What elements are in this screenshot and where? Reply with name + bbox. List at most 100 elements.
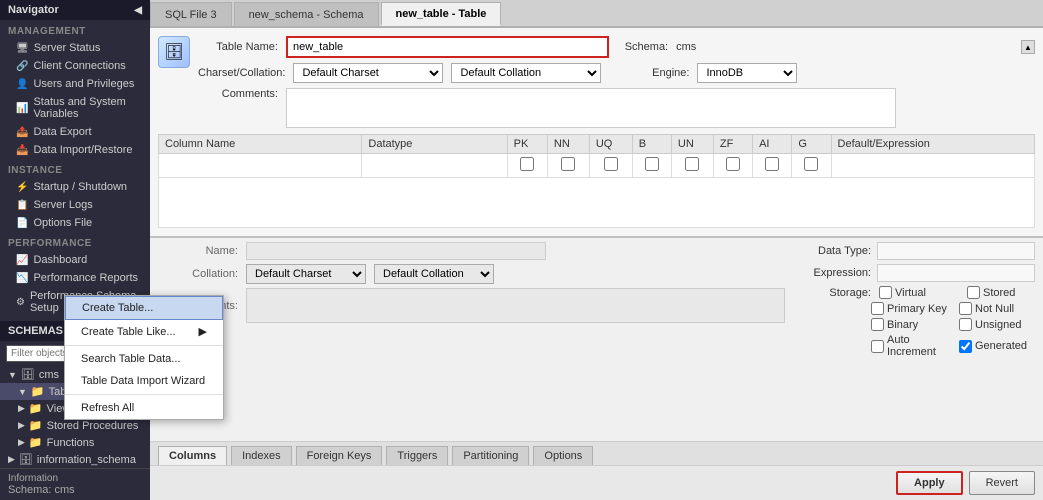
- col-header-name: Column Name: [159, 135, 362, 154]
- sidebar-item-server-status[interactable]: 🖥Server Status: [0, 39, 150, 57]
- data-type-input[interactable]: [877, 242, 1035, 260]
- engine-select[interactable]: InnoDB: [697, 63, 797, 83]
- bottom-tabs: Columns Indexes Foreign Keys Triggers Pa…: [150, 441, 1043, 465]
- column-table-container: Column Name Datatype PK NN UQ B UN ZF AI…: [158, 134, 1035, 228]
- col-header-ai: AI: [753, 135, 792, 154]
- sidebar-item-data-export[interactable]: 📤Data Export: [0, 123, 150, 141]
- tab-bar: SQL File 3 new_schema - Schema new_table…: [150, 0, 1043, 28]
- generated-checkbox[interactable]: [959, 340, 972, 353]
- context-menu-item-table-data-import[interactable]: Table Data Import Wizard: [65, 370, 223, 392]
- tree-item-information-schema[interactable]: ▶🗄information_schema: [0, 451, 150, 468]
- table-editor-panel: 🗄 Table Name: Schema: cms ▲ Charset/Coll…: [150, 28, 1043, 238]
- tab-indexes[interactable]: Indexes: [231, 446, 292, 465]
- collation-select[interactable]: Default Collation: [451, 63, 601, 83]
- ai-checkbox[interactable]: [871, 340, 884, 353]
- col-header-datatype: Datatype: [362, 135, 507, 154]
- un-checkbox-header[interactable]: [685, 157, 699, 171]
- uq-checkbox-header[interactable]: [604, 157, 618, 171]
- expression-input[interactable]: [877, 264, 1035, 282]
- virtual-checkbox[interactable]: [879, 286, 892, 299]
- lower-name-label: Name:: [158, 245, 238, 257]
- col-header-nn: NN: [547, 135, 589, 154]
- tab-foreign-keys[interactable]: Foreign Keys: [296, 446, 383, 465]
- storage-row-3: Binary Unsigned Zero Fill: [801, 318, 1035, 331]
- sidebar-item-data-import[interactable]: 📥Data Import/Restore: [0, 141, 150, 159]
- col-header-pk: PK: [507, 135, 547, 154]
- info-bar: Information Schema: cms: [0, 468, 150, 500]
- storage-label: Storage:: [801, 287, 871, 299]
- sidebar: Navigator ◀ MANAGEMENT 🖥Server Status 🔗C…: [0, 0, 150, 500]
- schema-label: Schema:: [625, 41, 668, 53]
- scroll-up-btn[interactable]: ▲: [1021, 40, 1035, 54]
- pk-checkbox[interactable]: [871, 302, 884, 315]
- lower-right-props: Data Type: Expression: Storage: Virtual: [793, 238, 1043, 441]
- sidebar-item-dashboard[interactable]: 📈Dashboard: [0, 251, 150, 269]
- revert-button[interactable]: Revert: [969, 471, 1035, 495]
- instance-section-label: INSTANCE: [0, 159, 150, 178]
- empty-row: [159, 178, 1035, 228]
- tab-partitioning[interactable]: Partitioning: [452, 446, 529, 465]
- apply-button[interactable]: Apply: [896, 471, 963, 495]
- lower-collation-row: Collation: Default Charset Default Colla…: [158, 264, 785, 284]
- g-checkbox-header[interactable]: [804, 157, 818, 171]
- table-name-input[interactable]: [286, 36, 609, 58]
- tree-item-functions[interactable]: ▶📁Functions: [0, 434, 150, 451]
- comments-input[interactable]: [286, 88, 896, 128]
- sidebar-item-startup[interactable]: ⚡Startup / Shutdown: [0, 178, 150, 196]
- sidebar-item-status-variables[interactable]: 📊Status and System Variables: [0, 93, 150, 123]
- context-menu-item-create-table[interactable]: Create Table...: [65, 296, 223, 320]
- context-menu-item-refresh-all[interactable]: Refresh All: [65, 397, 223, 419]
- ai-cb-label: Auto Increment: [871, 334, 951, 358]
- sidebar-item-client-connections[interactable]: 🔗Client Connections: [0, 57, 150, 75]
- tab-triggers[interactable]: Triggers: [386, 446, 448, 465]
- lower-charset-select[interactable]: Default Charset: [246, 264, 366, 284]
- stored-checkbox[interactable]: [967, 286, 980, 299]
- tab-new-schema[interactable]: new_schema - Schema: [234, 2, 379, 26]
- schemas-label: SCHEMAS: [8, 325, 63, 337]
- nn-checkbox-header[interactable]: [561, 157, 575, 171]
- pk-checkbox-header[interactable]: [520, 157, 534, 171]
- charset-select[interactable]: Default Charset: [293, 63, 443, 83]
- sidebar-item-server-logs[interactable]: 📋Server Logs: [0, 196, 150, 214]
- data-type-label: Data Type:: [801, 245, 871, 257]
- b-checkbox-header[interactable]: [645, 157, 659, 171]
- lower-collation-label: Collation:: [158, 268, 238, 280]
- tab-options[interactable]: Options: [533, 446, 593, 465]
- expression-row: Expression:: [801, 264, 1035, 282]
- lower-comments-input[interactable]: [246, 288, 785, 323]
- col-header-uq: UQ: [589, 135, 632, 154]
- pk-cb-label: Primary Key: [871, 302, 951, 315]
- zf-checkbox-header[interactable]: [726, 157, 740, 171]
- sidebar-item-options-file[interactable]: 📄Options File: [0, 214, 150, 232]
- lower-collation-select[interactable]: Default Collation: [374, 264, 494, 284]
- table-name-row: Table Name: Schema: cms ▲: [198, 36, 1035, 58]
- sidebar-item-perf-reports[interactable]: 📉Performance Reports: [0, 269, 150, 287]
- data-type-row: Data Type:: [801, 242, 1035, 260]
- lower-name-input[interactable]: [246, 242, 546, 260]
- table-icon: 🗄: [158, 36, 190, 68]
- not-null-checkbox[interactable]: [959, 302, 972, 315]
- action-bar: Apply Revert: [150, 465, 1043, 500]
- ai-checkbox-header[interactable]: [765, 157, 779, 171]
- tab-columns[interactable]: Columns: [158, 446, 227, 465]
- tab-new-table[interactable]: new_table - Table: [381, 2, 502, 26]
- column-table: Column Name Datatype PK NN UQ B UN ZF AI…: [158, 134, 1035, 228]
- context-menu-item-create-table-like[interactable]: Create Table Like... ▶: [65, 320, 223, 343]
- binary-checkbox[interactable]: [871, 318, 884, 331]
- unsigned-checkbox[interactable]: [959, 318, 972, 331]
- not-null-cb-label: Not Null: [959, 302, 1039, 315]
- sidebar-collapse-icon[interactable]: ◀: [134, 5, 142, 16]
- storage-row-4: Auto Increment Generated: [801, 334, 1035, 358]
- performance-section-label: PERFORMANCE: [0, 232, 150, 251]
- col-header-zf: ZF: [713, 135, 752, 154]
- submenu-arrow-icon: ▶: [199, 325, 207, 338]
- context-menu-item-search-table-data[interactable]: Search Table Data...: [65, 348, 223, 370]
- tab-sql-file-3[interactable]: SQL File 3: [150, 2, 232, 26]
- comments-area: Comments:: [198, 88, 1035, 128]
- virtual-cb-label: Virtual: [879, 286, 959, 299]
- engine-label: Engine:: [609, 67, 689, 79]
- comments-label: Comments:: [198, 88, 278, 100]
- col-header-default: Default/Expression: [831, 135, 1034, 154]
- main-area: SQL File 3 new_schema - Schema new_table…: [150, 0, 1043, 500]
- sidebar-item-users-privileges[interactable]: 👤Users and Privileges: [0, 75, 150, 93]
